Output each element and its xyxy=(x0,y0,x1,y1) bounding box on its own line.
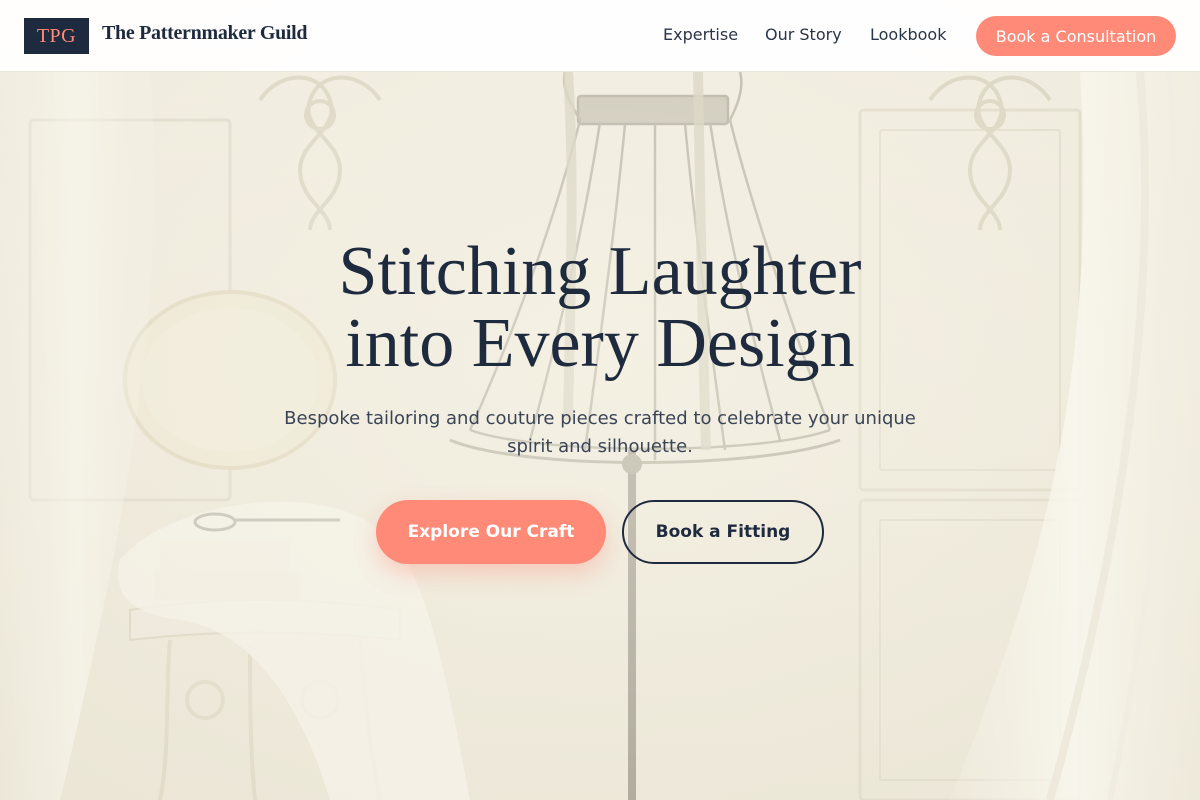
nav-link-our-story[interactable]: Our Story xyxy=(765,25,842,44)
landing-page: TPG The Patternmaker Guild Expertise Our… xyxy=(0,0,1200,800)
logo-link[interactable]: TPG xyxy=(24,18,89,54)
nav-link-expertise[interactable]: Expertise xyxy=(663,25,738,44)
hero-title-line-1: Stitching Laughter xyxy=(338,233,862,310)
background-overlay xyxy=(0,0,1200,800)
book-fitting-button[interactable]: Book a Fitting xyxy=(622,500,824,564)
brand-name[interactable]: The Patternmaker Guild xyxy=(102,22,308,45)
explore-craft-button[interactable]: Explore Our Craft xyxy=(376,500,606,564)
nav-link-lookbook[interactable]: Lookbook xyxy=(870,25,946,44)
hero-title: Stitching Laughter into Every Design xyxy=(200,236,1000,380)
site-header: TPG The Patternmaker Guild Expertise Our… xyxy=(0,0,1200,72)
hero-subtitle: Bespoke tailoring and couture pieces cra… xyxy=(284,408,916,457)
hero-title-line-2: into Every Design xyxy=(345,305,855,382)
book-consultation-button[interactable]: Book a Consultation xyxy=(976,16,1176,56)
logo-monogram-icon: TPG xyxy=(36,24,77,47)
